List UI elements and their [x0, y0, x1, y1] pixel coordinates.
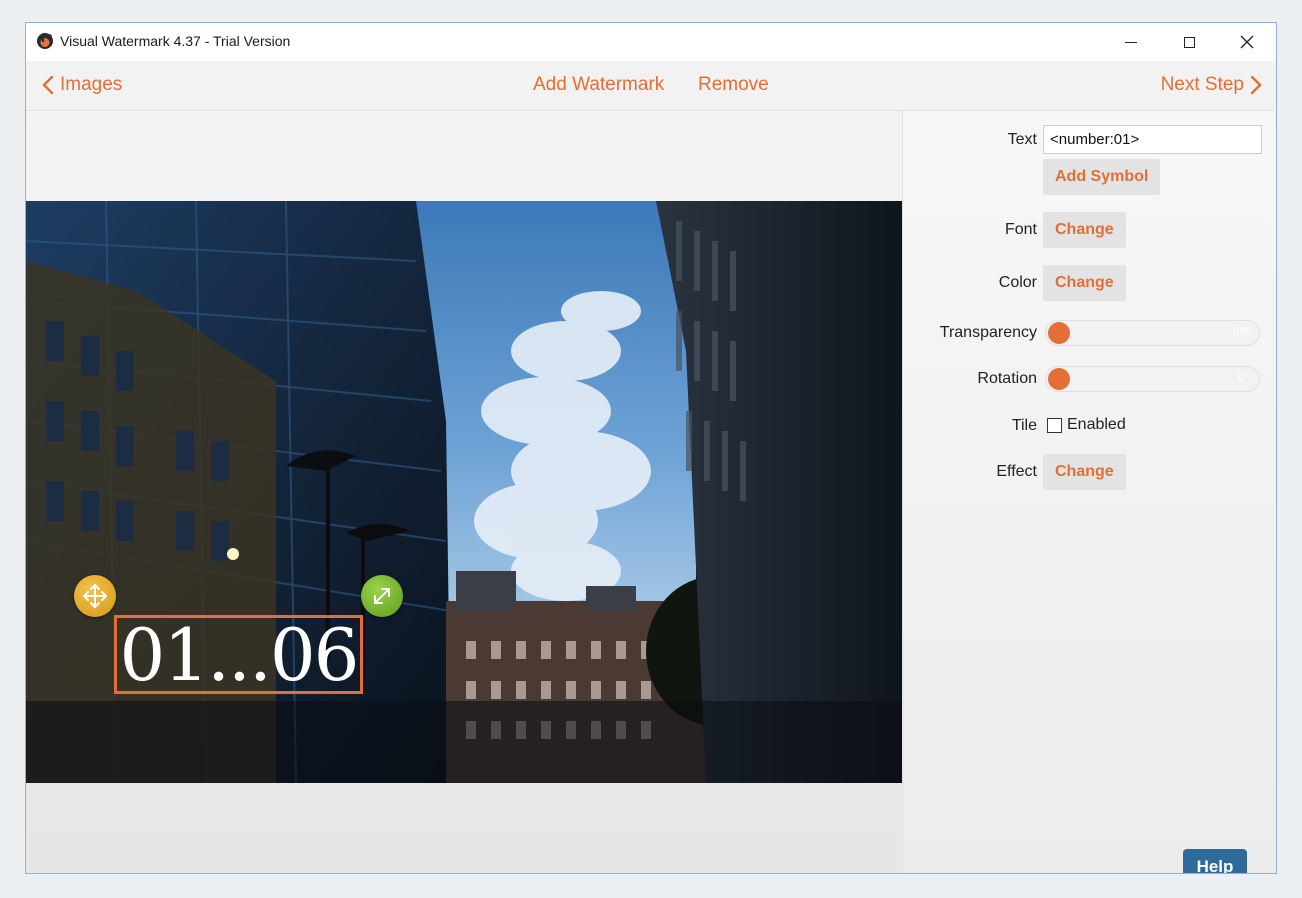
color-label: Color [998, 274, 1037, 291]
navigation-bar: Images Add Watermark Remove Next Step [26, 61, 1276, 111]
remove-label: Remove [698, 74, 769, 95]
settings-panel: Text Add Symbol Font Change Color Change… [902, 111, 1276, 873]
chevron-right-icon [1250, 75, 1262, 95]
watermark-text-box[interactable]: 01...06 [114, 615, 363, 694]
transparency-slider[interactable]: 0% [1045, 320, 1260, 346]
transparency-slider-knob[interactable] [1048, 322, 1070, 344]
add-symbol-button[interactable]: Add Symbol [1043, 159, 1161, 195]
minimize-button[interactable] [1102, 23, 1160, 61]
font-change-button[interactable]: Change [1043, 212, 1126, 248]
watermark-text-input[interactable] [1043, 125, 1262, 154]
minimize-icon [1125, 41, 1137, 43]
watermark-text: 01...06 [119, 615, 360, 694]
next-step-button[interactable]: Next Step [1161, 74, 1262, 96]
resize-arrows-icon [374, 588, 390, 604]
rotation-slider-knob[interactable] [1048, 368, 1070, 390]
tile-checkbox-box[interactable] [1047, 417, 1062, 433]
move-watermark-handle[interactable] [74, 575, 116, 617]
back-to-images-button[interactable]: Images [42, 74, 122, 96]
close-icon [1240, 35, 1254, 49]
back-label: Images [60, 74, 123, 95]
rotation-value: 0° [1238, 372, 1249, 384]
rotation-label: Rotation [977, 370, 1037, 387]
text-label: Text [1007, 131, 1037, 148]
move-arrows-icon [83, 584, 107, 608]
tile-enabled-checkbox[interactable]: Enabled [1047, 416, 1126, 434]
add-watermark-label: Add Watermark [533, 74, 665, 95]
chevron-left-icon [42, 75, 54, 95]
add-watermark-button[interactable]: Add Watermark [533, 74, 664, 96]
maximize-icon [1183, 36, 1195, 48]
remove-button[interactable]: Remove [698, 74, 769, 96]
color-change-button[interactable]: Change [1043, 265, 1126, 301]
window-title: Visual Watermark 4.37 - Trial Version [60, 33, 291, 49]
app-window: Visual Watermark 4.37 - Trial Version Im… [25, 22, 1277, 874]
rotation-slider[interactable]: 0° [1045, 366, 1260, 392]
preview-area: 01...06 [26, 111, 902, 873]
help-button[interactable]: Help [1183, 849, 1247, 873]
resize-watermark-handle[interactable] [361, 575, 403, 617]
title-bar: Visual Watermark 4.37 - Trial Version [26, 23, 1276, 61]
transparency-value: 0% [1233, 326, 1249, 338]
preview-photo: 01...06 [26, 201, 902, 783]
next-step-label: Next Step [1160, 74, 1244, 95]
app-logo-icon [37, 33, 53, 49]
effect-change-button[interactable]: Change [1043, 454, 1126, 490]
tile-enabled-label: Enabled [1067, 416, 1126, 433]
font-label: Font [1004, 221, 1037, 238]
close-button[interactable] [1218, 23, 1276, 61]
tile-label: Tile [1011, 417, 1037, 434]
transparency-label: Transparency [939, 324, 1037, 341]
maximize-button[interactable] [1160, 23, 1218, 61]
city-photo-image [26, 201, 902, 783]
effect-label: Effect [996, 463, 1037, 480]
